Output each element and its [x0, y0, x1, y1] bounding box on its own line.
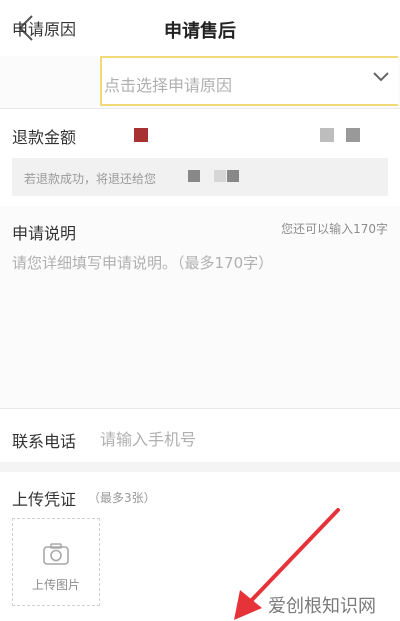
refund-amount-redacted — [320, 128, 334, 142]
description-counter: 您还可以输入170字 — [281, 222, 388, 236]
reason-placeholder[interactable]: 点击选择申请原因 — [104, 72, 232, 96]
camera-icon — [43, 543, 69, 565]
description-placeholder[interactable]: 请您详细填写申请说明。（最多170字） — [12, 252, 273, 273]
refund-note-text: 若退款成功，将退还给您 — [24, 172, 157, 186]
refund-target-redacted — [188, 170, 200, 182]
upload-label: 上传凭证 — [12, 490, 77, 509]
divider — [0, 108, 400, 109]
divider — [0, 408, 400, 409]
refund-amount-redacted — [134, 128, 148, 142]
upload-image-label: 上传图片 — [31, 578, 80, 592]
refund-label: 退款金额 — [12, 128, 77, 147]
chevron-down-icon[interactable] — [372, 70, 390, 84]
upload-hint: （最多3张） — [88, 491, 156, 505]
description-label: 申请说明 — [12, 224, 77, 243]
section-gap — [0, 462, 400, 472]
refund-note-box: 若退款成功，将退还给您 — [12, 158, 388, 196]
refund-target-redacted — [227, 170, 239, 182]
phone-label: 联系电话 — [12, 432, 77, 451]
reason-label: 申请原因 — [12, 20, 77, 39]
refund-amount-redacted — [346, 128, 360, 142]
watermark: 爱创根知识网 — [268, 596, 376, 617]
refund-target-redacted — [214, 170, 226, 182]
phone-input[interactable]: 请输入手机号 — [100, 426, 196, 450]
